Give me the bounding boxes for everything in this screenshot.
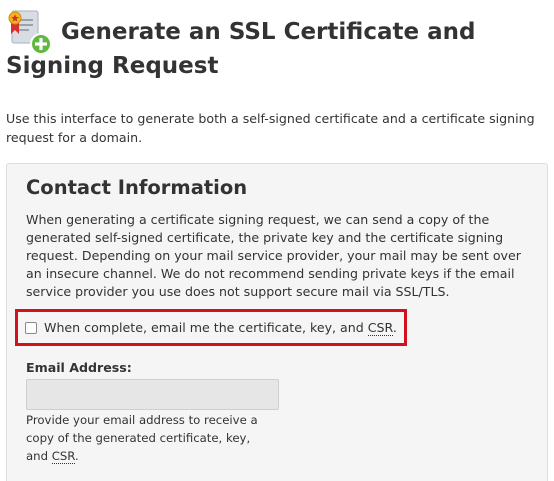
- contact-information-heading: Contact Information: [26, 176, 248, 199]
- email-address-label: Email Address:: [26, 360, 132, 375]
- email-address-help-text: Provide your email address to receive a …: [26, 413, 258, 464]
- email-certificate-checkbox[interactable]: [25, 322, 37, 334]
- page: Generate an SSL Certificate and Signing …: [0, 0, 554, 481]
- csr-abbreviation: CSR: [51, 449, 76, 464]
- csr-abbreviation: CSR: [367, 320, 393, 336]
- contact-information-description: When generating a certificate signing re…: [26, 212, 521, 299]
- email-certificate-option[interactable]: When complete, email me the certificate,…: [25, 320, 397, 336]
- page-title: Generate an SSL Certificate and Signing …: [6, 19, 476, 79]
- email-address-input[interactable]: [26, 379, 279, 410]
- page-intro: Use this interface to generate both a se…: [6, 111, 535, 145]
- contact-information-panel: Contact Information When generating a ce…: [6, 163, 548, 481]
- email-certificate-checkbox-label: When complete, email me the certificate,…: [44, 320, 397, 336]
